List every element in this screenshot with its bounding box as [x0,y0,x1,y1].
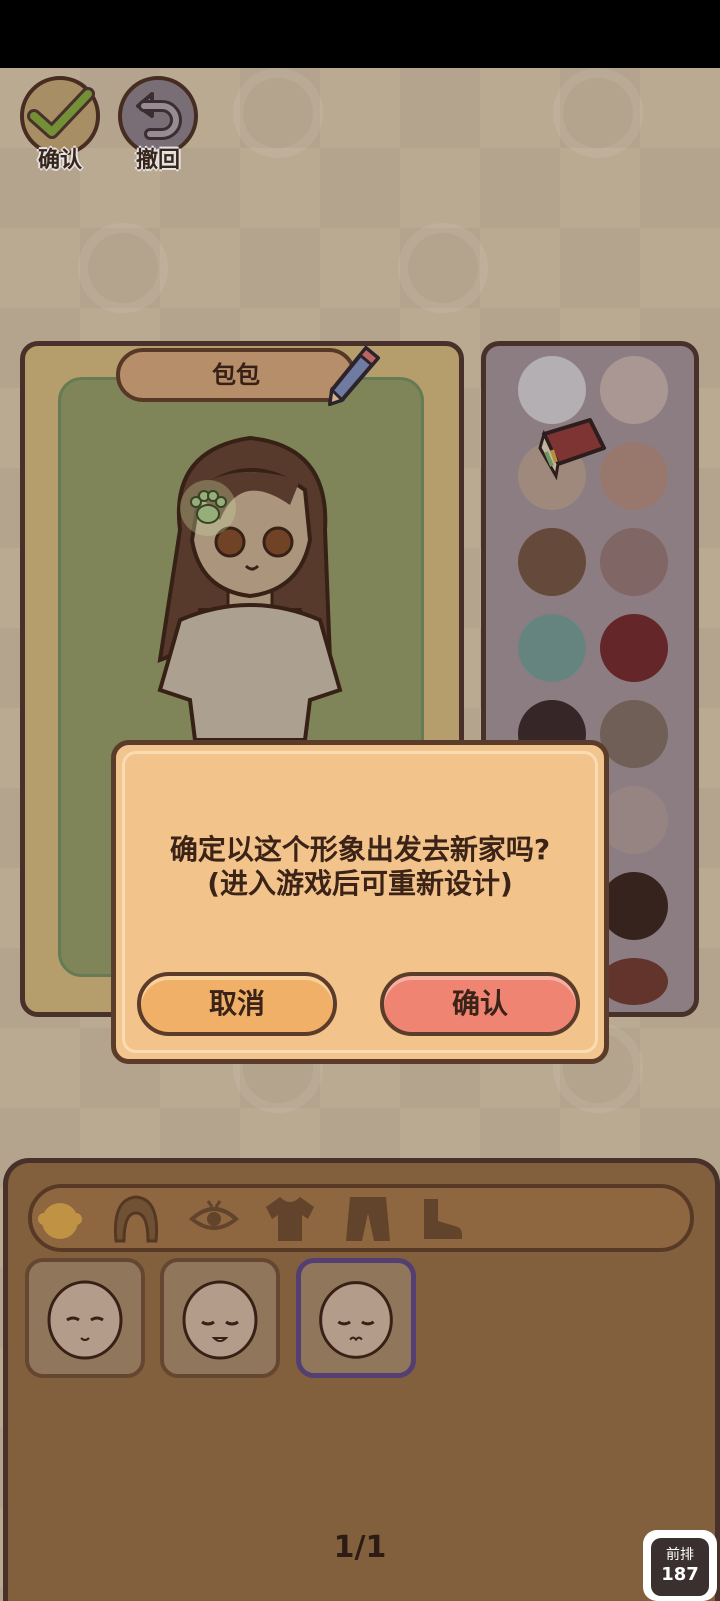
badge-count: 187 [661,1564,699,1585]
ranking-badge[interactable]: 前排 187 [643,1530,717,1601]
badge-title: 前排 [666,1547,694,1563]
confirm-dialog: 确定以这个形象出发去新家吗? (进入游戏后可重新设计) 取消 确认 [111,740,609,1064]
badge-inner: 前排 187 [651,1538,709,1596]
dialog-message-line2: (进入游戏后可重新设计) [207,867,513,900]
status-bar [0,0,720,68]
dialog-message-line1: 确定以这个形象出发去新家吗? [169,833,551,866]
cancel-button[interactable]: 取消 [137,972,337,1036]
confirm-button[interactable]: 确认 [380,972,580,1036]
dialog-message: 确定以这个形象出发去新家吗? (进入游戏后可重新设计) [116,833,604,901]
